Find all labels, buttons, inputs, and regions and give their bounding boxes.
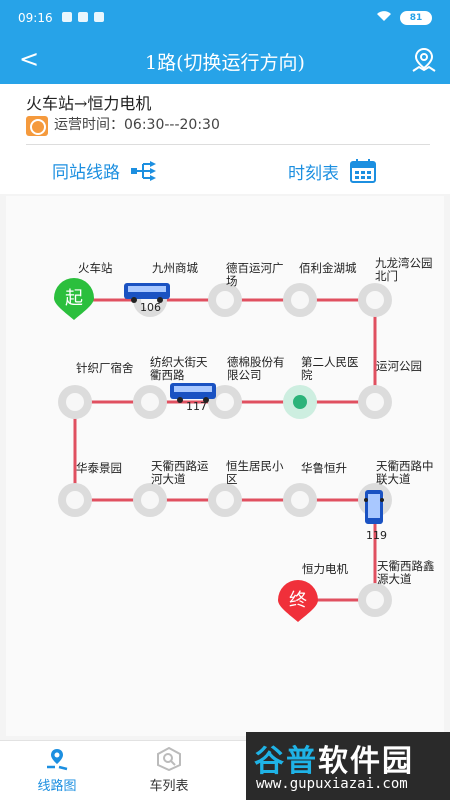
- stop-label[interactable]: 佰利金湖城: [299, 262, 357, 275]
- stop-label[interactable]: 天衢西路中 联大道: [376, 460, 434, 486]
- search-icon: [157, 747, 181, 771]
- end-marker-label: 终: [289, 590, 307, 611]
- stop-node-inner: [141, 491, 159, 509]
- stop-node-inner: [141, 393, 159, 411]
- watermark-brand: 谷普软件园: [254, 736, 414, 780]
- route-line: [73, 298, 377, 602]
- stop-node-inner: [291, 491, 309, 509]
- tab-bus-list[interactable]: 车列表: [124, 747, 214, 794]
- stop-node-inner: [216, 393, 234, 411]
- bus-number: 117: [186, 400, 207, 413]
- tab-bus-list-label: 车列表: [149, 779, 189, 794]
- stop-label[interactable]: 华鲁恒升: [301, 462, 347, 475]
- stop-label[interactable]: 第二人民医 院: [301, 356, 359, 382]
- stop-node-inner: [66, 491, 84, 509]
- stop-label[interactable]: 德百运河广 场: [226, 262, 284, 288]
- route-map: 起 终: [54, 278, 392, 622]
- stop-label[interactable]: 九州商城: [152, 262, 198, 275]
- tab-route-map-label: 线路图: [37, 779, 77, 794]
- stop-label[interactable]: 天衢西路鑫 源大道: [377, 560, 435, 586]
- stop-node-inner: [366, 393, 384, 411]
- bus-number: 119: [366, 529, 387, 542]
- stop-node-inner: [291, 291, 309, 309]
- stop-node-inner: [216, 291, 234, 309]
- stop-node-inner: [216, 491, 234, 509]
- stop-label[interactable]: 针织厂宿舍: [76, 362, 134, 375]
- stop-label[interactable]: 火车站: [78, 262, 113, 275]
- stop-node-inner: [293, 395, 307, 409]
- stop-label[interactable]: 恒力电机: [302, 563, 348, 576]
- start-marker-label: 起: [65, 288, 83, 309]
- stop-label[interactable]: 纺织大街天 衢西路: [150, 356, 208, 382]
- stop-label[interactable]: 运河公园: [376, 360, 422, 373]
- tab-route-map[interactable]: 线路图: [12, 747, 102, 794]
- start-marker: 起: [54, 278, 94, 320]
- stop-node-inner: [366, 591, 384, 609]
- stop-label[interactable]: 德棉股份有 限公司: [227, 356, 285, 382]
- stop-label[interactable]: 恒生居民小 区: [226, 460, 284, 486]
- stop-node-inner: [66, 393, 84, 411]
- stop-node-inner: [366, 291, 384, 309]
- watermark-url: www.gupuxiazai.com: [256, 776, 408, 792]
- end-marker: 终: [278, 580, 318, 622]
- watermark-brand-a: 谷普: [254, 744, 318, 779]
- watermark-brand-b: 软件园: [318, 744, 414, 779]
- stop-label[interactable]: 华泰景园: [76, 462, 122, 475]
- watermark: 谷普软件园 www.gupuxiazai.com: [246, 732, 450, 800]
- stop-label[interactable]: 九龙湾公园 北门: [375, 257, 433, 283]
- bus-icon[interactable]: [364, 490, 384, 524]
- stop-label[interactable]: 天衢西路运 河大道: [151, 460, 209, 486]
- route-pin-icon: [47, 749, 68, 771]
- bus-number: 106: [140, 301, 161, 314]
